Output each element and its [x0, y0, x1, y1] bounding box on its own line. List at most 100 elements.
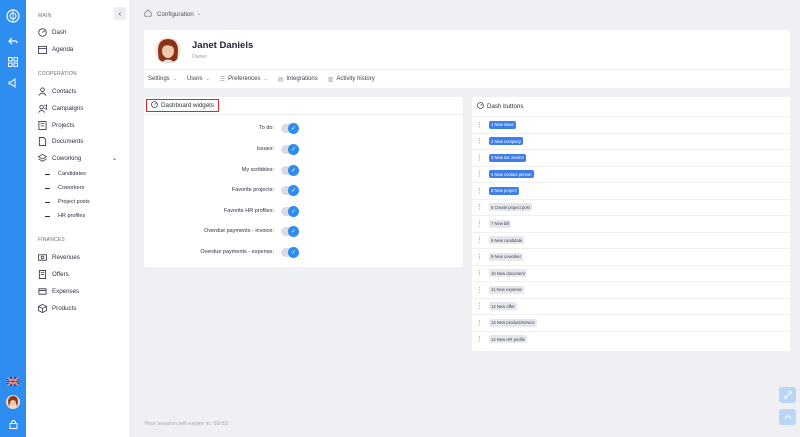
sidebar-item-contacts[interactable]: Contacts	[37, 85, 127, 97]
breadcrumb: Configuration ⌄	[144, 9, 201, 19]
offers-icon	[37, 269, 47, 279]
grid-icon[interactable]	[5, 54, 21, 70]
uk-flag-icon[interactable]	[5, 373, 21, 389]
sidebar-subitem-project-posts[interactable]: Project posts	[45, 197, 90, 207]
megaphone-icon[interactable]	[5, 75, 21, 91]
dash-button-chip[interactable]: 5 New project	[489, 186, 519, 195]
dash-buttons-title: Dash buttons	[477, 101, 523, 112]
dash-button-chip[interactable]: 10 New document	[489, 269, 527, 278]
user-avatar-icon[interactable]	[5, 394, 21, 410]
home-icon[interactable]	[144, 9, 152, 19]
contacts-icon	[37, 86, 47, 96]
drag-handle-icon[interactable]: ⋮	[476, 319, 483, 327]
calendar-icon	[37, 44, 47, 54]
dash-button-row: ⋮ 8 New candidate	[472, 231, 790, 249]
app-rail	[0, 0, 26, 437]
drag-handle-icon[interactable]: ⋮	[476, 121, 483, 129]
lock-icon[interactable]	[5, 416, 21, 432]
widget-toggle[interactable]: ✓	[281, 122, 299, 134]
sidebar-item-products[interactable]: Products	[37, 302, 127, 314]
tab-activity-history[interactable]: ▥ Activity history	[328, 76, 375, 83]
dash-button-chip[interactable]: 7 New bill	[489, 219, 512, 228]
drag-handle-icon[interactable]: ⋮	[476, 170, 483, 178]
tab-integrations[interactable]: ▤ Integrations	[278, 76, 318, 83]
dash-button-chip[interactable]: 4 New contact person	[489, 170, 534, 179]
section-title-finances: FINANCES	[38, 237, 65, 243]
dash-button-chip[interactable]: 1 New issue	[489, 120, 516, 129]
section-title-main: MAIN	[38, 13, 52, 19]
widget-label: Favorite HR profiles:	[223, 208, 274, 214]
dash-button-chip[interactable]: 13 New product/service	[489, 318, 537, 327]
check-icon: ✓	[288, 246, 299, 258]
widget-row-favorite-hr-profiles: Favorite HR profiles: ✓	[144, 204, 463, 218]
sidebar-item-projects[interactable]: Projects	[37, 119, 127, 131]
tab-settings[interactable]: Settings ⌄	[148, 76, 177, 82]
dash-button-row: ⋮ 13 New product/service	[472, 314, 790, 331]
drag-handle-icon[interactable]: ⋮	[476, 187, 483, 195]
profile-name: Janet Daniels	[192, 40, 254, 51]
app-logo-icon[interactable]	[5, 8, 21, 24]
sidebar-subitem-label: Candidates	[58, 171, 86, 177]
dash-button-chip[interactable]: 2 New company	[489, 137, 524, 146]
sidebar-item-campaigns[interactable]: Campaigns	[37, 102, 127, 114]
sidebar-item-dash[interactable]: Dash	[37, 26, 127, 38]
drag-handle-icon[interactable]: ⋮	[476, 236, 483, 244]
tab-users[interactable]: Users ⌄	[187, 76, 210, 82]
sidebar-subitem-coworkers[interactable]: Coworkers	[45, 183, 84, 193]
drag-handle-icon[interactable]: ⋮	[476, 286, 483, 294]
drag-handle-icon[interactable]: ⋮	[476, 154, 483, 162]
sidebar-subitem-candidates[interactable]: Candidates	[45, 169, 86, 179]
sidebar-item-documents[interactable]: Documents	[37, 135, 127, 147]
widget-toggle[interactable]: ✓	[281, 184, 299, 196]
dash-button-row: ⋮ 7 New bill	[472, 215, 790, 232]
sidebar-item-offers[interactable]: Offers	[37, 268, 127, 280]
sidebar-item-expenses[interactable]: Expenses	[37, 285, 127, 297]
gauge-icon	[151, 101, 158, 110]
campaigns-icon	[37, 103, 47, 113]
drag-handle-icon[interactable]: ⋮	[476, 269, 483, 277]
sidebar-subitem-hr-profiles[interactable]: HR profiles	[45, 211, 85, 221]
sidebar-item-label: Documents	[52, 137, 84, 145]
drag-handle-icon[interactable]: ⋮	[476, 253, 483, 261]
session-expiry-text: Your session will expire in: 59:53	[144, 421, 228, 427]
drag-handle-icon[interactable]: ⋮	[476, 335, 483, 343]
widget-row-issues: Issues: ✓	[144, 142, 463, 156]
sidebar-item-label: Campaigns	[52, 104, 84, 112]
drag-handle-icon[interactable]: ⋮	[476, 220, 483, 228]
dashboard-widgets-card: Dashboard widgets To do: ✓ Issues: ✓ My …	[144, 97, 463, 267]
dash-button-chip[interactable]: 14 New HR profile	[489, 335, 527, 344]
sidebar-item-revenues[interactable]: Revenues	[37, 251, 127, 263]
dashboard-widgets-title: Dashboard widgets	[146, 99, 219, 112]
dash-button-chip[interactable]: 3 New tax invoice	[489, 153, 526, 162]
sidebar-collapse-button[interactable]: ‹	[114, 7, 126, 20]
back-arrow-icon[interactable]	[5, 33, 21, 49]
card-title: Dashboard widgets	[161, 102, 214, 109]
drag-handle-icon[interactable]: ⋮	[476, 203, 483, 211]
widget-toggle[interactable]: ✓	[281, 164, 299, 176]
tab-preferences[interactable]: ☰ Preferences ⌄	[220, 76, 268, 83]
widget-toggle[interactable]: ✓	[281, 143, 299, 155]
widget-toggle[interactable]: ✓	[281, 225, 299, 237]
widget-toggle[interactable]: ✓	[281, 246, 299, 258]
sliders-icon: ☰	[219, 76, 226, 83]
dash-button-chip[interactable]: 8 New candidate	[489, 236, 525, 245]
dash-button-chip[interactable]: 11 New expense	[489, 285, 524, 294]
expand-icon[interactable]	[779, 387, 796, 403]
sidebar-item-coworking[interactable]: Coworking ⌄	[37, 152, 127, 164]
widget-toggle[interactable]: ✓	[281, 205, 299, 217]
dash-button-chip[interactable]: 9 New coworker	[489, 252, 524, 261]
sidebar-subitem-label: Coworkers	[58, 185, 85, 191]
sidebar-item-label: Revenues	[52, 253, 80, 261]
drag-handle-icon[interactable]: ⋮	[476, 302, 483, 310]
chevron-down-icon[interactable]: ⌄	[197, 11, 201, 17]
dash-button-row: ⋮ 1 New issue	[472, 116, 790, 133]
tab-label: Settings	[148, 76, 170, 82]
dash-button-chip[interactable]: 12 New offer	[489, 302, 517, 311]
drag-handle-icon[interactable]: ⋮	[476, 137, 483, 145]
sidebar-item-agenda[interactable]: Agenda	[37, 43, 127, 55]
scroll-top-icon[interactable]	[779, 409, 796, 425]
products-icon	[37, 303, 47, 313]
dash-button-chip[interactable]: 6 Create project post	[489, 203, 532, 212]
widget-row-favorite-projects: Favorite projects: ✓	[144, 183, 463, 197]
breadcrumb-item[interactable]: Configuration	[157, 11, 194, 18]
